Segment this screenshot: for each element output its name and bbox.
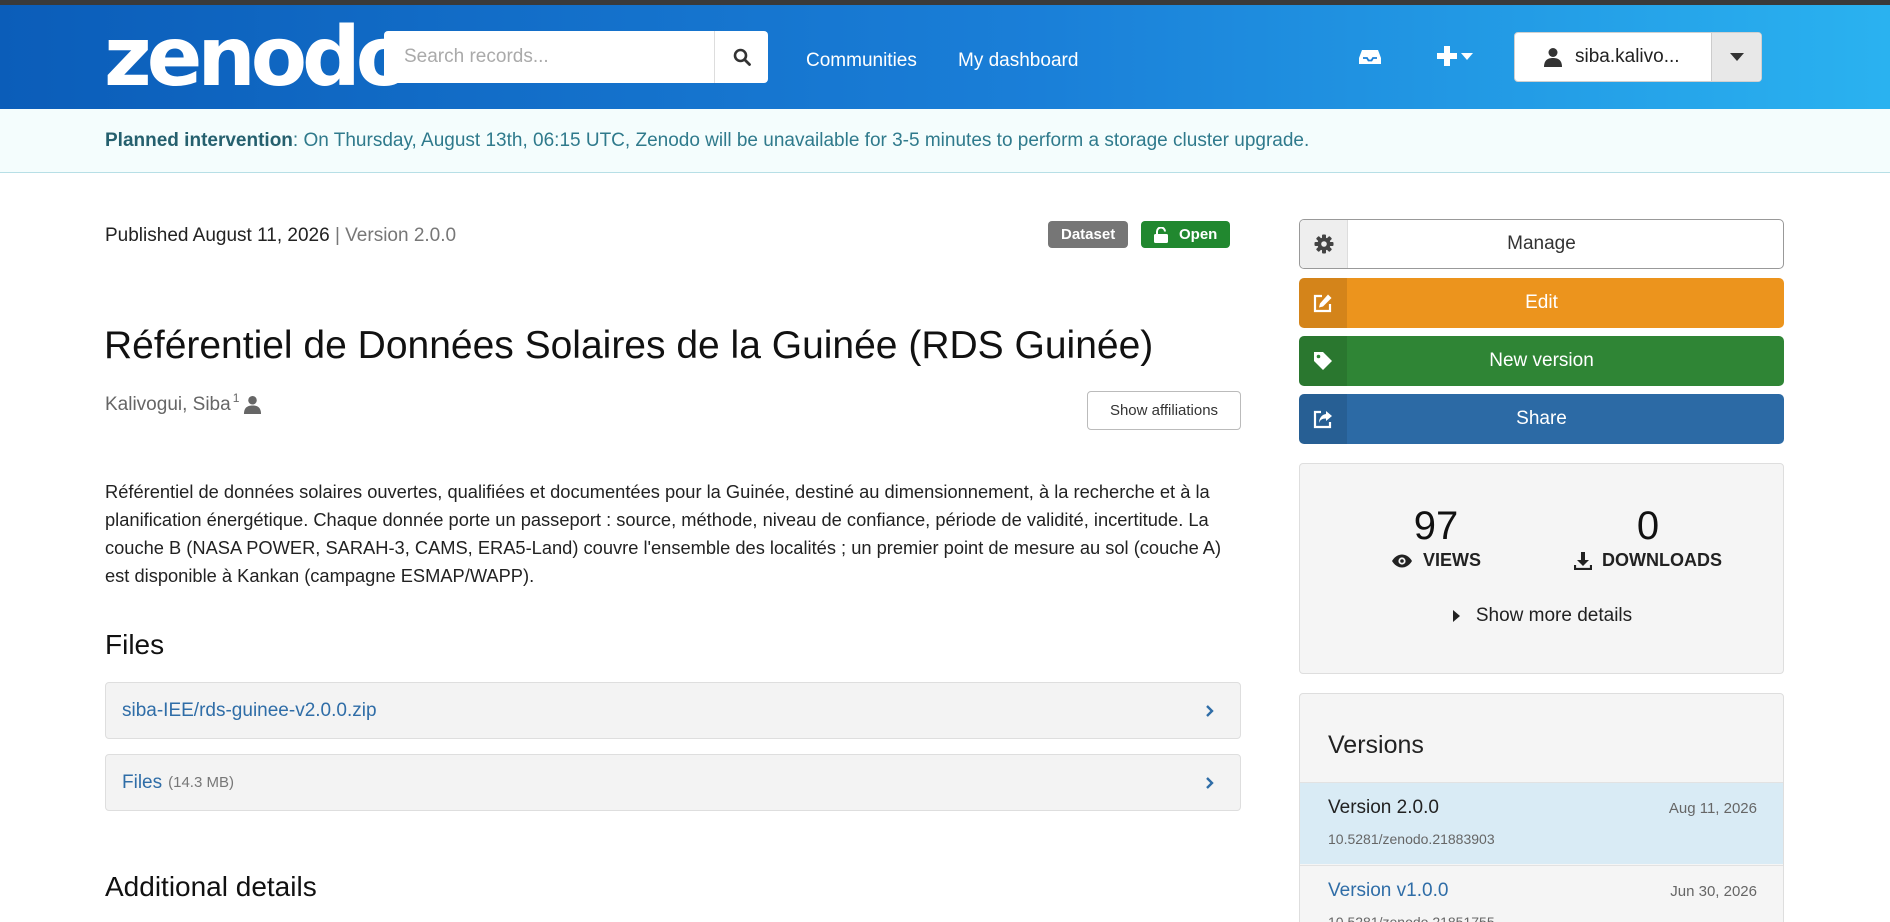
edit-button[interactable]: Edit xyxy=(1299,278,1784,328)
chevron-right-icon xyxy=(1206,705,1214,717)
search-icon xyxy=(733,48,751,66)
site-header: zenodo Communities My dashboard xyxy=(0,5,1890,109)
files-heading: Files xyxy=(105,629,165,660)
access-status-label: Open xyxy=(1179,226,1218,243)
version-doi: 10.5281/zenodo.21883903 xyxy=(1328,831,1495,847)
stats-panel: 97 VIEWS 0 DOWNLOADS Show more details xyxy=(1299,463,1784,674)
creator-name[interactable]: Kalivogui, Siba xyxy=(105,394,231,416)
user-menu-button[interactable]: siba.kalivo... xyxy=(1515,33,1711,81)
nav-my-dashboard[interactable]: My dashboard xyxy=(958,50,1078,72)
share-button[interactable]: Share xyxy=(1299,394,1784,444)
resource-type-badge: Dataset xyxy=(1048,221,1129,248)
share-label: Share xyxy=(1516,408,1567,429)
archive-file-link[interactable]: siba-IEE/rds-guinee-v2.0.0.zip xyxy=(122,700,377,722)
eye-icon xyxy=(1391,554,1412,567)
version-link[interactable]: Version v1.0.0 xyxy=(1328,880,1448,902)
downloads-stat: 0 DOWNLOADS xyxy=(1548,504,1748,571)
views-stat: 97 VIEWS xyxy=(1336,504,1536,571)
published-date: Published August 11, 2026 xyxy=(105,225,330,246)
tag-icon xyxy=(1314,352,1332,370)
version-date: Aug 11, 2026 xyxy=(1668,800,1757,817)
views-label-row: VIEWS xyxy=(1336,550,1536,571)
version-name: Version 2.0.0 xyxy=(1328,797,1439,818)
record-version: Version 2.0.0 xyxy=(345,225,457,246)
version-item[interactable]: Version v1.0.0 Jun 30, 2026 10.5281/zeno… xyxy=(1300,865,1783,922)
file-accordion-archive[interactable]: siba-IEE/rds-guinee-v2.0.0.zip xyxy=(105,682,1241,739)
nav-communities[interactable]: Communities xyxy=(806,50,917,72)
edit-label: Edit xyxy=(1525,292,1558,313)
new-version-label: New version xyxy=(1489,350,1594,371)
meta-separator: | xyxy=(329,225,346,246)
publication-info: Published August 11, 2026 | Version 2.0.… xyxy=(105,225,456,247)
download-icon xyxy=(1574,551,1592,570)
creator: Kalivogui, Siba 1 xyxy=(105,391,262,416)
create-plus-dropdown[interactable] xyxy=(1437,46,1481,71)
views-count: 97 xyxy=(1413,504,1459,548)
edit-icon xyxy=(1313,294,1332,313)
downloads-label: DOWNLOADS xyxy=(1602,550,1722,570)
access-status-badge: Open xyxy=(1141,221,1231,248)
banner-label: Planned intervention xyxy=(105,130,293,151)
manage-label: Manage xyxy=(1507,233,1576,254)
files-size: (14.3 MB) xyxy=(168,774,234,791)
gear-icon xyxy=(1314,234,1333,254)
downloads-label-row: DOWNLOADS xyxy=(1548,550,1748,571)
record-description: Référentiel de données solaires ouvertes… xyxy=(105,481,1222,586)
search-bar xyxy=(384,31,768,83)
user-icon xyxy=(1544,48,1562,67)
user-menu-caret[interactable] xyxy=(1711,33,1761,81)
inbox-icon[interactable] xyxy=(1358,48,1382,71)
chevron-right-icon xyxy=(1206,777,1214,789)
version-doi: 10.5281/zenodo.21851755 xyxy=(1328,914,1495,922)
banner-message: Planned intervention: On Thursday, Augus… xyxy=(105,130,1309,152)
new-version-button[interactable]: New version xyxy=(1299,336,1784,386)
show-more-details-label: Show more details xyxy=(1475,605,1633,626)
banner-text: : On Thursday, August 13th, 06:15 UTC, Z… xyxy=(292,130,1310,151)
version-item-current: Version 2.0.0 Aug 11, 2026 10.5281/zenod… xyxy=(1300,782,1783,864)
share-icon xyxy=(1313,410,1332,429)
additional-details-heading: Additional details xyxy=(105,871,317,902)
caret-right-icon xyxy=(1452,610,1460,622)
manage-button[interactable]: Manage xyxy=(1299,219,1784,269)
zenodo-logo[interactable]: zenodo xyxy=(104,13,412,103)
show-affiliations-button[interactable]: Show affiliations xyxy=(1087,391,1241,430)
maintenance-banner: Planned intervention: On Thursday, Augus… xyxy=(0,109,1890,173)
show-more-details[interactable]: Show more details xyxy=(1300,605,1785,627)
versions-heading: Versions xyxy=(1328,731,1424,759)
search-button[interactable] xyxy=(714,31,768,83)
views-label: VIEWS xyxy=(1422,550,1481,570)
user-menu-dropdown[interactable]: siba.kalivo... xyxy=(1514,32,1762,82)
unlock-icon xyxy=(1154,226,1168,243)
version-date: Jun 30, 2026 xyxy=(1670,883,1757,900)
files-link[interactable]: Files xyxy=(122,772,162,794)
search-input[interactable] xyxy=(384,31,714,83)
versions-panel: Versions Version 2.0.0 Aug 11, 2026 10.5… xyxy=(1299,693,1784,922)
record-title: Référentiel de Données Solaires de la Gu… xyxy=(104,324,1154,367)
file-accordion-files[interactable]: Files (14.3 MB) xyxy=(105,754,1241,811)
plus-icon xyxy=(1437,46,1473,66)
user-icon xyxy=(244,395,262,414)
username: siba.kalivo... xyxy=(1575,46,1680,67)
affiliation-index: 1 xyxy=(232,391,240,405)
downloads-count: 0 xyxy=(1636,504,1660,548)
caret-down-icon xyxy=(1729,53,1744,61)
